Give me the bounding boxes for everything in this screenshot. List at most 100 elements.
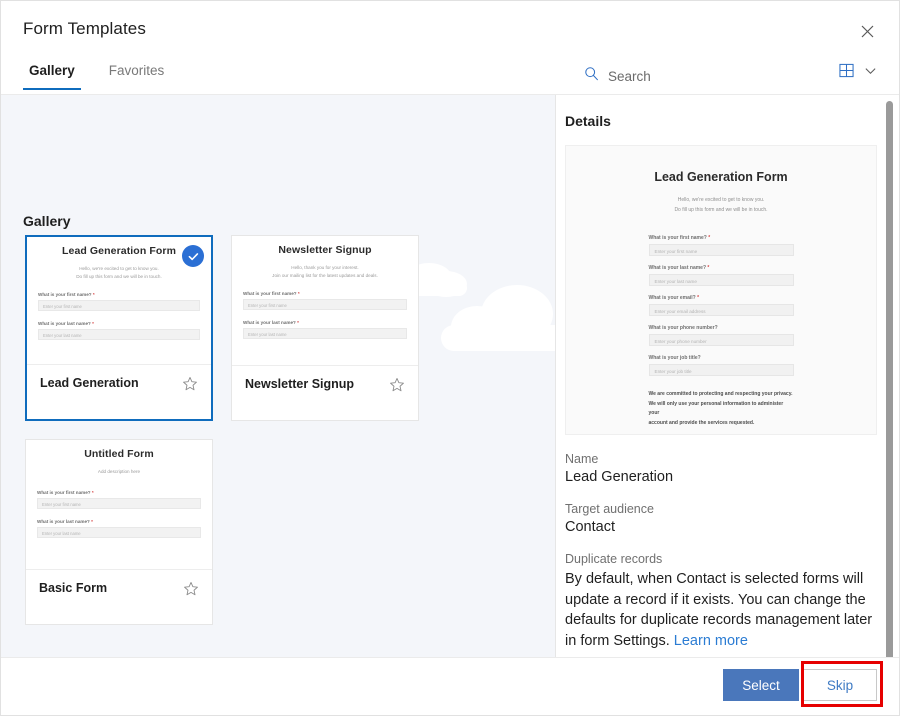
preview-field-input: Enter your last name	[38, 329, 200, 340]
details-preview-field-label: What is your last name? *	[649, 265, 794, 271]
close-button[interactable]	[851, 15, 883, 47]
tab-favorites[interactable]: Favorites	[103, 57, 171, 95]
gallery-heading: Gallery	[23, 213, 70, 229]
details-name-value: Lead Generation	[565, 469, 877, 485]
details-preview-field-label: What is your first name? *	[649, 235, 794, 241]
preview-description: Hello, we're excited to get to know you.…	[38, 265, 200, 282]
dialog-header: Form Templates	[1, 1, 899, 57]
details-preview-title: Lead Generation Form	[566, 170, 876, 184]
select-button[interactable]: Select	[723, 669, 799, 701]
preview-field-input: Enter your last name	[37, 527, 201, 538]
preview-field-label: What is your last name? *	[243, 320, 407, 325]
view-toggle[interactable]	[839, 63, 877, 83]
page-title: Form Templates	[23, 19, 146, 39]
details-preview-field: What is your last name? * Enter your las…	[649, 265, 794, 286]
preview-field-input: Enter your first name	[37, 498, 201, 509]
details-preview-description: Hello, we're excited to get to know you.…	[566, 195, 876, 215]
details-preview-field-input: Enter your email address	[649, 304, 794, 316]
card-preview: Newsletter Signup Hello, thank you for y…	[232, 236, 418, 367]
star-outline-icon	[182, 380, 198, 395]
details-audience-value: Contact	[565, 519, 877, 535]
preview-fields: What is your first name? * Enter your fi…	[243, 291, 407, 339]
details-preview-field-label: What is your job title?	[649, 355, 794, 361]
dialog-body: Gallery Lead Generation Form	[1, 95, 899, 657]
card-title: Newsletter Signup	[245, 377, 354, 391]
details-name-label: Name	[565, 452, 877, 466]
details-preview-field-label: What is your email? *	[649, 295, 794, 301]
preview-fields: What is your first name? * Enter your fi…	[38, 292, 200, 340]
card-footer: Newsletter Signup	[232, 365, 418, 420]
details-preview-field-input: Enter your job title	[649, 364, 794, 376]
gallery-pane: Gallery Lead Generation Form	[1, 95, 556, 657]
tab-list: Gallery Favorites	[23, 57, 192, 95]
details-preview-field-input: Enter your phone number	[649, 334, 794, 346]
form-templates-dialog: Form Templates Gallery Favorites Search	[0, 0, 900, 716]
card-preview: Untitled Form Add description here What …	[26, 440, 212, 571]
favorite-star-button[interactable]	[183, 581, 199, 597]
star-outline-icon	[389, 381, 405, 396]
close-icon	[861, 25, 874, 38]
card-title: Lead Generation	[40, 376, 139, 390]
details-preview-privacy-text: We are committed to protecting and respe…	[649, 390, 794, 428]
details-preview-field: What is your job title? Enter your job t…	[649, 355, 794, 376]
card-row: Lead Generation Form Hello, we're excite…	[25, 235, 525, 421]
preview-field: What is your last name? * Enter your las…	[243, 320, 407, 339]
preview-field-label: What is your first name? *	[243, 291, 407, 296]
details-heading: Details	[565, 113, 611, 129]
template-card-newsletter-signup[interactable]: Newsletter Signup Hello, thank you for y…	[231, 235, 419, 421]
preview-field: What is your first name? * Enter your fi…	[243, 291, 407, 310]
card-footer: Lead Generation	[27, 364, 211, 419]
details-preview-fields: What is your first name? * Enter your fi…	[649, 235, 794, 376]
details-preview-field: What is your phone number? Enter your ph…	[649, 325, 794, 346]
preview-field-label: What is your last name? *	[38, 321, 200, 326]
preview-field-input: Enter your first name	[243, 299, 407, 310]
preview-field-label: What is your first name? *	[37, 490, 201, 495]
preview-field-input: Enter your first name	[38, 300, 200, 311]
card-row: Untitled Form Add description here What …	[25, 439, 525, 625]
details-duplicate-label: Duplicate records	[565, 552, 877, 566]
details-audience-label: Target audience	[565, 502, 877, 516]
preview-description: Add description here	[37, 468, 201, 476]
preview-title: Lead Generation Form	[38, 245, 200, 257]
details-scrollbar[interactable]	[886, 101, 893, 657]
preview-field-label: What is your last name? *	[37, 519, 201, 524]
details-name-block: Name Lead Generation	[565, 452, 877, 485]
search-placeholder: Search	[608, 69, 651, 84]
preview-field: What is your first name? * Enter your fi…	[37, 490, 201, 509]
learn-more-link[interactable]: Learn more	[674, 633, 748, 649]
template-card-lead-generation[interactable]: Lead Generation Form Hello, we're excite…	[25, 235, 213, 421]
check-circle-icon	[182, 245, 204, 267]
grid-view-icon[interactable]	[839, 63, 854, 83]
template-card-grid: Lead Generation Form Hello, we're excite…	[25, 235, 525, 643]
preview-field: What is your last name? * Enter your las…	[38, 321, 200, 340]
details-content: Lead Generation Form Hello, we're excite…	[565, 145, 877, 651]
preview-field-input: Enter your last name	[243, 328, 407, 339]
preview-description: Hello, thank you for your interest. Join…	[243, 264, 407, 281]
preview-field: What is your last name? * Enter your las…	[37, 519, 201, 538]
details-audience-block: Target audience Contact	[565, 502, 877, 535]
details-preview-field: What is your email? * Enter your email a…	[649, 295, 794, 316]
footer-buttons: Select Skip	[647, 658, 877, 716]
search-input[interactable]: Search	[584, 64, 651, 88]
preview-field-label: What is your first name? *	[38, 292, 200, 297]
chevron-down-icon[interactable]	[864, 64, 877, 82]
details-preview-field-label: What is your phone number?	[649, 325, 794, 331]
details-preview-field-input: Enter your last name	[649, 274, 794, 286]
preview-title: Untitled Form	[37, 448, 201, 460]
dialog-footer: Select Skip	[1, 657, 899, 715]
tab-gallery[interactable]: Gallery	[23, 57, 81, 95]
details-duplicate-text: By default, when Contact is selected for…	[565, 569, 877, 651]
preview-field: What is your first name? * Enter your fi…	[38, 292, 200, 311]
details-form-preview: Lead Generation Form Hello, we're excite…	[565, 145, 877, 435]
favorite-star-button[interactable]	[389, 377, 405, 393]
details-preview-field: What is your first name? * Enter your fi…	[649, 235, 794, 256]
skip-button[interactable]: Skip	[803, 669, 877, 701]
star-outline-icon	[183, 585, 199, 600]
details-preview-field-input: Enter your first name	[649, 244, 794, 256]
preview-fields: What is your first name? * Enter your fi…	[37, 490, 201, 538]
card-title: Basic Form	[39, 581, 107, 595]
search-icon	[584, 66, 599, 86]
favorite-star-button[interactable]	[182, 376, 198, 392]
template-card-basic-form[interactable]: Untitled Form Add description here What …	[25, 439, 213, 625]
details-duplicate-block: Duplicate records By default, when Conta…	[565, 552, 877, 651]
